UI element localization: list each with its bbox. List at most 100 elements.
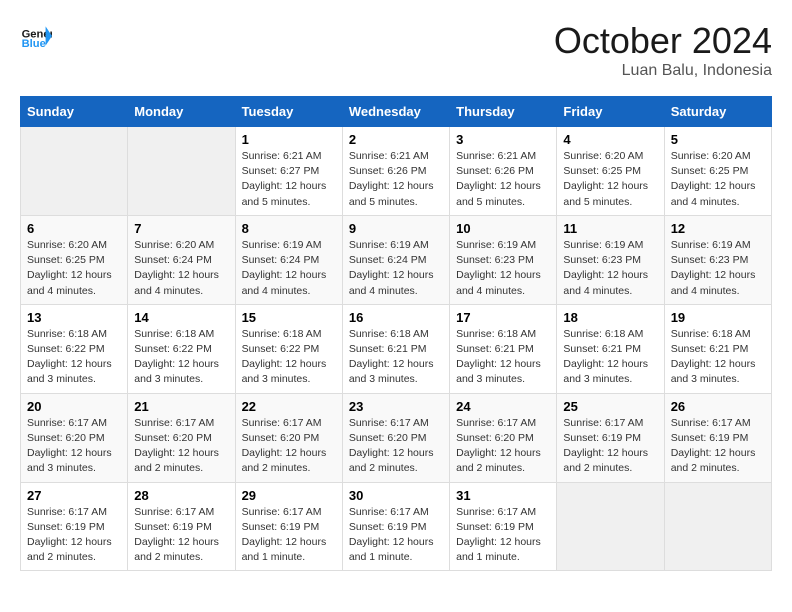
day-number: 29 [242, 488, 336, 503]
day-number: 26 [671, 399, 765, 414]
day-number: 3 [456, 132, 550, 147]
day-number: 11 [563, 221, 657, 236]
logo: General Blue [20, 20, 52, 52]
calendar-cell [664, 482, 771, 571]
weekday-header: Wednesday [342, 97, 449, 127]
title-block: October 2024 Luan Balu, Indonesia [554, 20, 772, 80]
calendar-cell: 4Sunrise: 6:20 AMSunset: 6:25 PMDaylight… [557, 127, 664, 216]
day-number: 8 [242, 221, 336, 236]
calendar-cell: 16Sunrise: 6:18 AMSunset: 6:21 PMDayligh… [342, 304, 449, 393]
calendar-cell [128, 127, 235, 216]
cell-info: Sunrise: 6:19 AMSunset: 6:24 PMDaylight:… [242, 238, 336, 299]
calendar-week-row: 20 Sunrise: 6:17 AMSunset: 6:20 PMDayligh… [21, 393, 772, 482]
location-subtitle: Luan Balu, Indonesia [554, 62, 772, 80]
calendar-cell: 5 Sunrise: 6:20 AMSunset: 6:25 PMDaylight… [664, 127, 771, 216]
calendar-cell: 22 Sunrise: 6:17 AMSunset: 6:20 PMDayligh… [235, 393, 342, 482]
calendar-cell: 11 Sunrise: 6:19 AMSunset: 6:23 PMDayligh… [557, 215, 664, 304]
cell-info: Sunrise: 6:18 AMSunset: 6:22 PMDaylight:… [27, 327, 121, 388]
calendar-cell: 19 Sunrise: 6:18 AMSunset: 6:21 PMDayligh… [664, 304, 771, 393]
calendar-cell: 25 Sunrise: 6:17 AMSunset: 6:19 PMDayligh… [557, 393, 664, 482]
svg-text:Blue: Blue [22, 38, 46, 50]
calendar-cell: 8 Sunrise: 6:19 AMSunset: 6:24 PMDaylight… [235, 215, 342, 304]
day-number: 23 [349, 399, 443, 414]
cell-info: Sunrise: 6:21 AMSunset: 6:26 PMDaylight:… [456, 149, 550, 210]
cell-info: Sunrise: 6:17 AMSunset: 6:19 PMDaylight:… [134, 505, 228, 566]
cell-info: Sunrise: 6:20 AMSunset: 6:25 PMDaylight:… [27, 238, 121, 299]
calendar-table: SundayMondayTuesdayWednesdayThursdayFrid… [20, 96, 772, 571]
calendar-week-row: 6 Sunrise: 6:20 AMSunset: 6:25 PMDaylight… [21, 215, 772, 304]
calendar-cell: 1 Sunrise: 6:21 AMSunset: 6:27 PMDaylight… [235, 127, 342, 216]
cell-info: Sunrise: 6:17 AMSunset: 6:20 PMDaylight:… [349, 416, 443, 477]
day-number: 20 [27, 399, 121, 414]
calendar-cell: 14Sunrise: 6:18 AMSunset: 6:22 PMDayligh… [128, 304, 235, 393]
cell-info: Sunrise: 6:21 AMSunset: 6:26 PMDaylight:… [349, 149, 443, 210]
cell-info: Sunrise: 6:20 AMSunset: 6:25 PMDaylight:… [563, 149, 657, 210]
calendar-cell: 2 Sunrise: 6:21 AMSunset: 6:26 PMDaylight… [342, 127, 449, 216]
cell-info: Sunrise: 6:20 AMSunset: 6:25 PMDaylight:… [671, 149, 765, 210]
calendar-week-row: 27 Sunrise: 6:17 AMSunset: 6:19 PMDayligh… [21, 482, 772, 571]
cell-info: Sunrise: 6:17 AMSunset: 6:20 PMDaylight:… [134, 416, 228, 477]
cell-info: Sunrise: 6:17 AMSunset: 6:19 PMDaylight:… [563, 416, 657, 477]
cell-info: Sunrise: 6:17 AMSunset: 6:19 PMDaylight:… [349, 505, 443, 566]
day-number: 13 [27, 310, 121, 325]
calendar-cell: 18Sunrise: 6:18 AMSunset: 6:21 PMDayligh… [557, 304, 664, 393]
calendar-cell: 27 Sunrise: 6:17 AMSunset: 6:19 PMDayligh… [21, 482, 128, 571]
calendar-week-row: 13 Sunrise: 6:18 AMSunset: 6:22 PMDayligh… [21, 304, 772, 393]
calendar-cell: 29 Sunrise: 6:17 AMSunset: 6:19 PMDayligh… [235, 482, 342, 571]
cell-info: Sunrise: 6:20 AMSunset: 6:24 PMDaylight:… [134, 238, 228, 299]
cell-info: Sunrise: 6:17 AMSunset: 6:20 PMDaylight:… [27, 416, 121, 477]
calendar-cell: 23 Sunrise: 6:17 AMSunset: 6:20 PMDayligh… [342, 393, 449, 482]
cell-info: Sunrise: 6:19 AMSunset: 6:24 PMDaylight:… [349, 238, 443, 299]
calendar-week-row: 1 Sunrise: 6:21 AMSunset: 6:27 PMDaylight… [21, 127, 772, 216]
day-number: 2 [349, 132, 443, 147]
calendar-cell: 10Sunrise: 6:19 AMSunset: 6:23 PMDayligh… [450, 215, 557, 304]
cell-info: Sunrise: 6:17 AMSunset: 6:19 PMDaylight:… [456, 505, 550, 566]
weekday-header: Monday [128, 97, 235, 127]
weekday-header: Saturday [664, 97, 771, 127]
cell-info: Sunrise: 6:17 AMSunset: 6:20 PMDaylight:… [456, 416, 550, 477]
day-number: 5 [671, 132, 765, 147]
calendar-cell [21, 127, 128, 216]
cell-info: Sunrise: 6:19 AMSunset: 6:23 PMDaylight:… [563, 238, 657, 299]
day-number: 24 [456, 399, 550, 414]
cell-info: Sunrise: 6:18 AMSunset: 6:21 PMDaylight:… [456, 327, 550, 388]
day-number: 6 [27, 221, 121, 236]
day-number: 10 [456, 221, 550, 236]
calendar-cell: 24 Sunrise: 6:17 AMSunset: 6:20 PMDayligh… [450, 393, 557, 482]
day-number: 21 [134, 399, 228, 414]
day-number: 27 [27, 488, 121, 503]
cell-info: Sunrise: 6:18 AMSunset: 6:21 PMDaylight:… [671, 327, 765, 388]
day-number: 16 [349, 310, 443, 325]
cell-info: Sunrise: 6:17 AMSunset: 6:20 PMDaylight:… [242, 416, 336, 477]
day-number: 12 [671, 221, 765, 236]
calendar-cell: 12 Sunrise: 6:19 AMSunset: 6:23 PMDayligh… [664, 215, 771, 304]
page-header: General Blue October 2024 Luan Balu, Ind… [20, 20, 772, 80]
weekday-header: Tuesday [235, 97, 342, 127]
calendar-cell: 15Sunrise: 6:18 AMSunset: 6:22 PMDayligh… [235, 304, 342, 393]
cell-info: Sunrise: 6:17 AMSunset: 6:19 PMDaylight:… [27, 505, 121, 566]
calendar-cell: 20 Sunrise: 6:17 AMSunset: 6:20 PMDayligh… [21, 393, 128, 482]
cell-info: Sunrise: 6:17 AMSunset: 6:19 PMDaylight:… [671, 416, 765, 477]
day-number: 19 [671, 310, 765, 325]
calendar-cell: 17Sunrise: 6:18 AMSunset: 6:21 PMDayligh… [450, 304, 557, 393]
calendar-cell: 7Sunrise: 6:20 AMSunset: 6:24 PMDaylight… [128, 215, 235, 304]
calendar-cell: 6 Sunrise: 6:20 AMSunset: 6:25 PMDaylight… [21, 215, 128, 304]
day-number: 22 [242, 399, 336, 414]
cell-info: Sunrise: 6:19 AMSunset: 6:23 PMDaylight:… [671, 238, 765, 299]
logo-icon: General Blue [20, 20, 52, 52]
day-number: 28 [134, 488, 228, 503]
cell-info: Sunrise: 6:17 AMSunset: 6:19 PMDaylight:… [242, 505, 336, 566]
weekday-header-row: SundayMondayTuesdayWednesdayThursdayFrid… [21, 97, 772, 127]
calendar-cell: 13 Sunrise: 6:18 AMSunset: 6:22 PMDayligh… [21, 304, 128, 393]
day-number: 25 [563, 399, 657, 414]
cell-info: Sunrise: 6:18 AMSunset: 6:22 PMDaylight:… [134, 327, 228, 388]
day-number: 9 [349, 221, 443, 236]
cell-info: Sunrise: 6:18 AMSunset: 6:22 PMDaylight:… [242, 327, 336, 388]
day-number: 18 [563, 310, 657, 325]
cell-info: Sunrise: 6:21 AMSunset: 6:27 PMDaylight:… [242, 149, 336, 210]
day-number: 1 [242, 132, 336, 147]
calendar-cell: 9 Sunrise: 6:19 AMSunset: 6:24 PMDaylight… [342, 215, 449, 304]
calendar-cell: 31 Sunrise: 6:17 AMSunset: 6:19 PMDayligh… [450, 482, 557, 571]
calendar-cell: 30Sunrise: 6:17 AMSunset: 6:19 PMDayligh… [342, 482, 449, 571]
day-number: 31 [456, 488, 550, 503]
